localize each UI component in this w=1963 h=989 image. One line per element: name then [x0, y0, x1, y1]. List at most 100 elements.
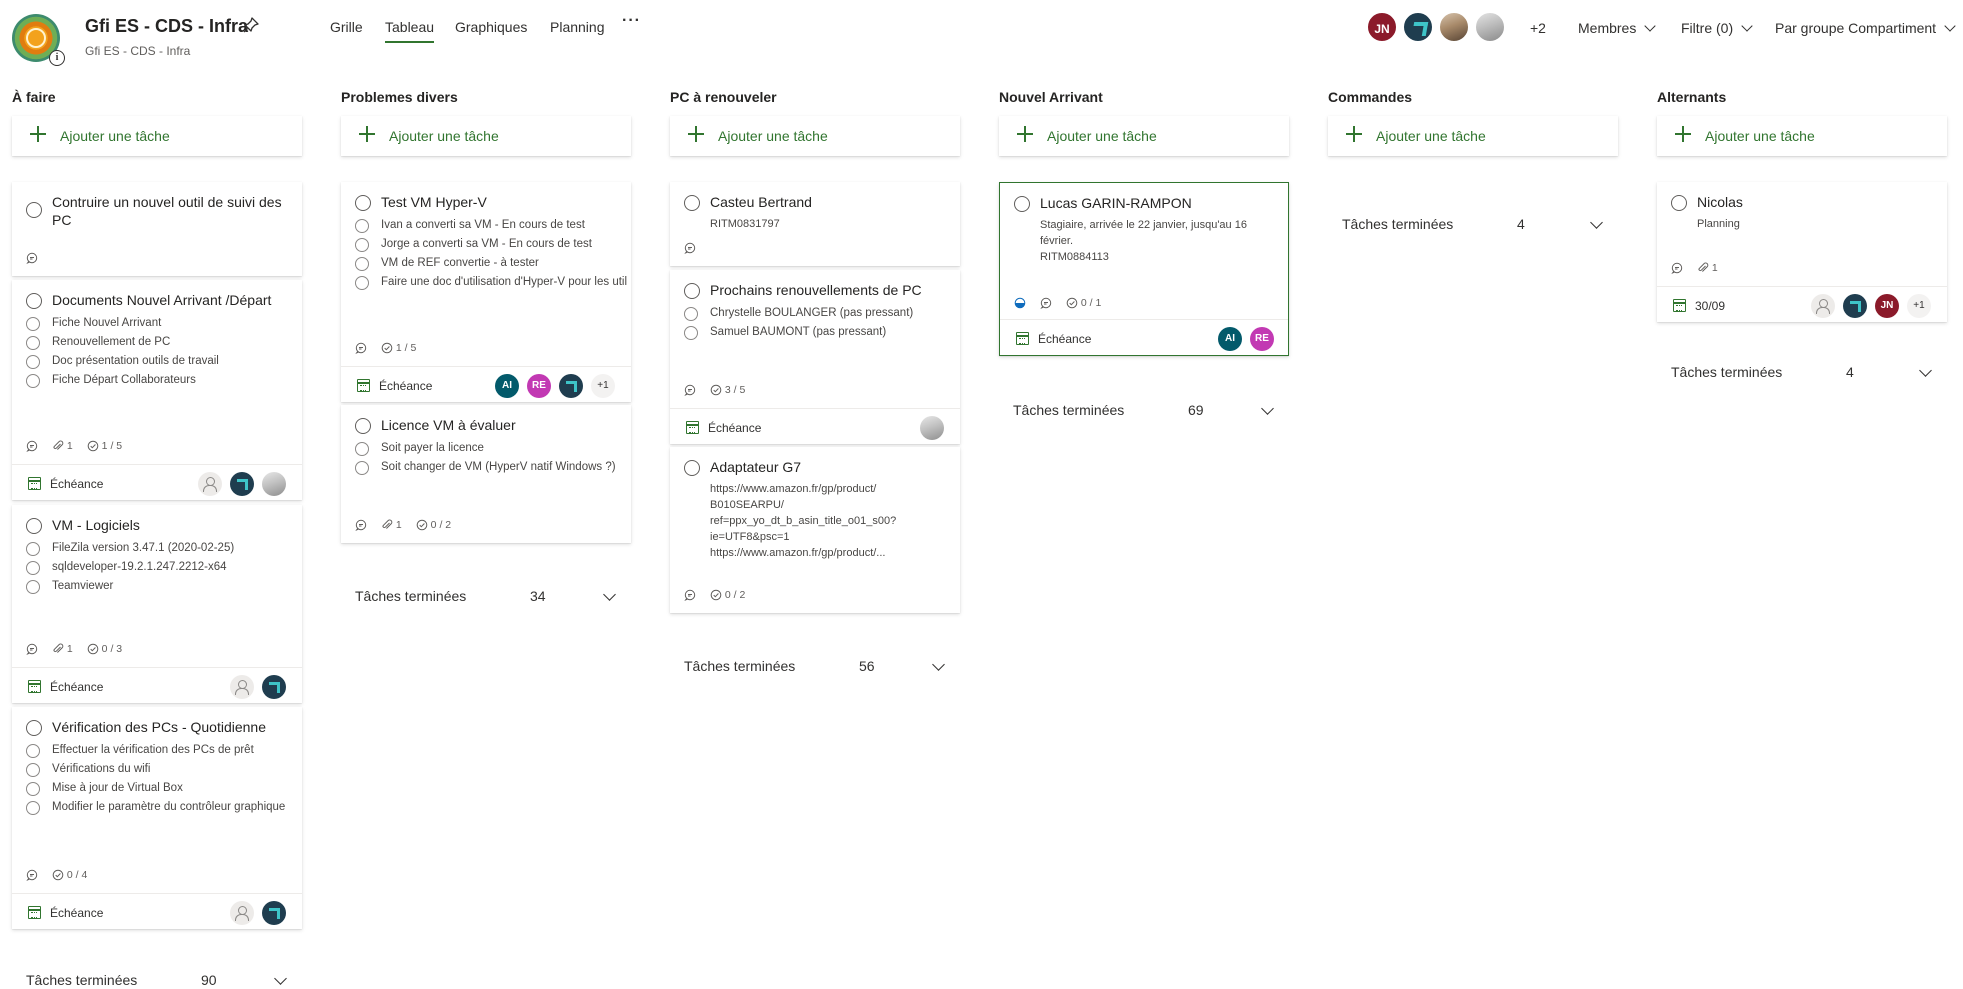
- assignee-avatar[interactable]: AI: [1218, 327, 1242, 351]
- complete-task-circle[interactable]: [1671, 195, 1687, 211]
- checklist-item-circle[interactable]: [26, 801, 40, 815]
- info-icon[interactable]: i: [49, 50, 65, 66]
- member-avatar[interactable]: [1438, 11, 1470, 43]
- member-avatar[interactable]: [1474, 11, 1506, 43]
- tab-graphiques[interactable]: Graphiques: [455, 19, 527, 35]
- add-task-button[interactable]: Ajouter une tâche: [341, 116, 631, 156]
- assignee-overflow[interactable]: +1: [1907, 294, 1931, 318]
- completed-tasks-toggle[interactable]: Tâches terminées 34: [355, 588, 616, 608]
- complete-task-circle[interactable]: [684, 283, 700, 299]
- column-title: Commandes: [1328, 89, 1413, 105]
- task-card[interactable]: Documents Nouvel Arrivant /Départ Fiche N…: [12, 280, 302, 500]
- member-avatar[interactable]: [1402, 11, 1434, 43]
- complete-task-circle[interactable]: [26, 293, 42, 309]
- unassigned-icon[interactable]: [1811, 294, 1835, 318]
- complete-task-circle[interactable]: [684, 195, 700, 211]
- tab-planning[interactable]: Planning: [550, 19, 605, 35]
- pin-icon[interactable]: [242, 16, 260, 34]
- members-more-count[interactable]: +2: [1530, 20, 1546, 36]
- due-date[interactable]: Échéance: [50, 680, 103, 694]
- checklist-item: Samuel BAUMONT (pas pressant): [710, 326, 887, 338]
- filter-dropdown[interactable]: Filtre (0): [1681, 20, 1753, 36]
- completed-tasks-toggle[interactable]: Tâches terminées 90: [26, 972, 287, 989]
- task-card[interactable]: Prochains renouvellements de PC Chrystell…: [670, 270, 960, 444]
- checklist-item-circle[interactable]: [26, 542, 40, 556]
- assignee-avatar[interactable]: [262, 901, 286, 925]
- checklist-item-circle[interactable]: [26, 336, 40, 350]
- due-date[interactable]: Échéance: [379, 379, 432, 393]
- complete-task-circle[interactable]: [26, 518, 42, 534]
- checklist-item-circle[interactable]: [355, 442, 369, 456]
- checklist-item-circle[interactable]: [355, 238, 369, 252]
- completed-tasks-toggle[interactable]: Tâches terminées 4: [1671, 364, 1932, 384]
- checklist-item-circle[interactable]: [355, 276, 369, 290]
- complete-task-circle[interactable]: [1014, 196, 1030, 212]
- checklist-item-circle[interactable]: [26, 744, 40, 758]
- task-card[interactable]: VM - Logiciels FileZila version 3.47.1 (2…: [12, 505, 302, 703]
- members-dropdown[interactable]: Membres: [1578, 20, 1657, 36]
- checklist-item-circle[interactable]: [26, 355, 40, 369]
- assignee-avatar[interactable]: JN: [1875, 294, 1899, 318]
- task-card[interactable]: Licence VM à évaluer Soit payer la licenc…: [341, 405, 631, 543]
- checklist-item-circle[interactable]: [355, 219, 369, 233]
- assignee-avatar[interactable]: [559, 374, 583, 398]
- due-date[interactable]: Échéance: [708, 421, 761, 435]
- due-date[interactable]: Échéance: [50, 906, 103, 920]
- checklist-item-circle[interactable]: [26, 782, 40, 796]
- unassigned-icon[interactable]: [230, 675, 254, 699]
- task-meta: [26, 252, 52, 265]
- due-date[interactable]: Échéance: [50, 477, 103, 491]
- checklist-item-circle[interactable]: [684, 307, 698, 321]
- more-options-button[interactable]: ···: [622, 12, 641, 30]
- member-avatar[interactable]: JN: [1366, 11, 1398, 43]
- task-card[interactable]: Lucas GARIN-RAMPON Stagiaire, arrivée le …: [999, 182, 1289, 356]
- assignee-avatar[interactable]: AI: [495, 374, 519, 398]
- task-card[interactable]: Casteu Bertrand RITM0831797: [670, 182, 960, 266]
- assignee-avatar[interactable]: RE: [527, 374, 551, 398]
- checklist-item-circle[interactable]: [26, 580, 40, 594]
- task-card[interactable]: Nicolas Planning 1 30/09 +1 JN: [1657, 182, 1947, 322]
- checklist-item-circle[interactable]: [26, 561, 40, 575]
- complete-task-circle[interactable]: [355, 195, 371, 211]
- assignee-avatar[interactable]: [262, 472, 286, 496]
- add-task-button[interactable]: Ajouter une tâche: [999, 116, 1289, 156]
- tab-tableau[interactable]: Tableau: [385, 19, 435, 43]
- checklist-item: Fiche Départ Collaborateurs: [52, 374, 196, 386]
- checklist-item-circle[interactable]: [26, 317, 40, 331]
- add-task-button[interactable]: Ajouter une tâche: [670, 116, 960, 156]
- task-card[interactable]: Contruire un nouvel outil de suivi des P…: [12, 182, 302, 276]
- assignee-avatar[interactable]: [1843, 294, 1867, 318]
- completed-tasks-toggle[interactable]: Tâches terminées 4: [1342, 216, 1603, 236]
- add-task-button[interactable]: Ajouter une tâche: [1328, 116, 1618, 156]
- due-date[interactable]: 30/09: [1695, 299, 1725, 313]
- assignee-avatar[interactable]: [920, 416, 944, 440]
- unassigned-icon[interactable]: [198, 472, 222, 496]
- add-task-button[interactable]: Ajouter une tâche: [1657, 116, 1947, 156]
- complete-task-circle[interactable]: [684, 460, 700, 476]
- unassigned-icon[interactable]: [230, 901, 254, 925]
- task-card[interactable]: Vérification des PCs - Quotidienne Effect…: [12, 707, 302, 929]
- checklist-item-circle[interactable]: [355, 461, 369, 475]
- chevron-down-icon: [603, 588, 616, 601]
- group-by-dropdown[interactable]: Par groupe Compartiment: [1775, 20, 1956, 36]
- due-date[interactable]: Échéance: [1038, 332, 1091, 346]
- add-task-label: Ajouter une tâche: [389, 128, 499, 144]
- tab-grille[interactable]: Grille: [330, 19, 363, 35]
- add-task-button[interactable]: Ajouter une tâche: [12, 116, 302, 156]
- checklist-item-circle[interactable]: [26, 374, 40, 388]
- checklist-item-circle[interactable]: [26, 763, 40, 777]
- assignee-overflow[interactable]: +1: [591, 374, 615, 398]
- complete-task-circle[interactable]: [26, 720, 42, 736]
- task-card[interactable]: Test VM Hyper-V Ivan a converti sa VM - E…: [341, 182, 631, 402]
- checklist-item-circle[interactable]: [355, 257, 369, 271]
- assignee-avatar[interactable]: [230, 472, 254, 496]
- checklist-progress-value: 0 / 3: [98, 643, 123, 655]
- task-card[interactable]: Adaptateur G7 https://www.amazon.fr/gp/pr…: [670, 447, 960, 613]
- assignee-avatar[interactable]: RE: [1250, 327, 1274, 351]
- complete-task-circle[interactable]: [26, 202, 42, 218]
- complete-task-circle[interactable]: [355, 418, 371, 434]
- checklist-item-circle[interactable]: [684, 326, 698, 340]
- completed-tasks-toggle[interactable]: Tâches terminées 69: [1013, 402, 1274, 422]
- completed-tasks-toggle[interactable]: Tâches terminées 56: [684, 658, 945, 678]
- assignee-avatar[interactable]: [262, 675, 286, 699]
